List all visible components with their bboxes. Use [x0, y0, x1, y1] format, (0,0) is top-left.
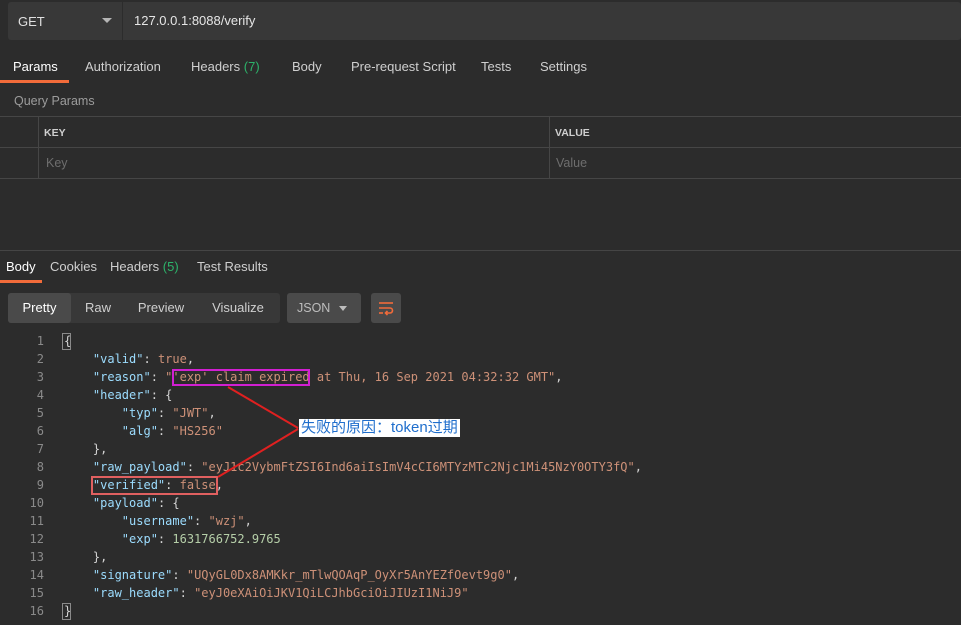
arrow-to-reason — [227, 386, 299, 429]
annotation-arrows — [217, 386, 299, 478]
arrow-to-verified — [217, 428, 299, 478]
annotation-callout: 失败的原因：token过期 — [299, 419, 460, 437]
